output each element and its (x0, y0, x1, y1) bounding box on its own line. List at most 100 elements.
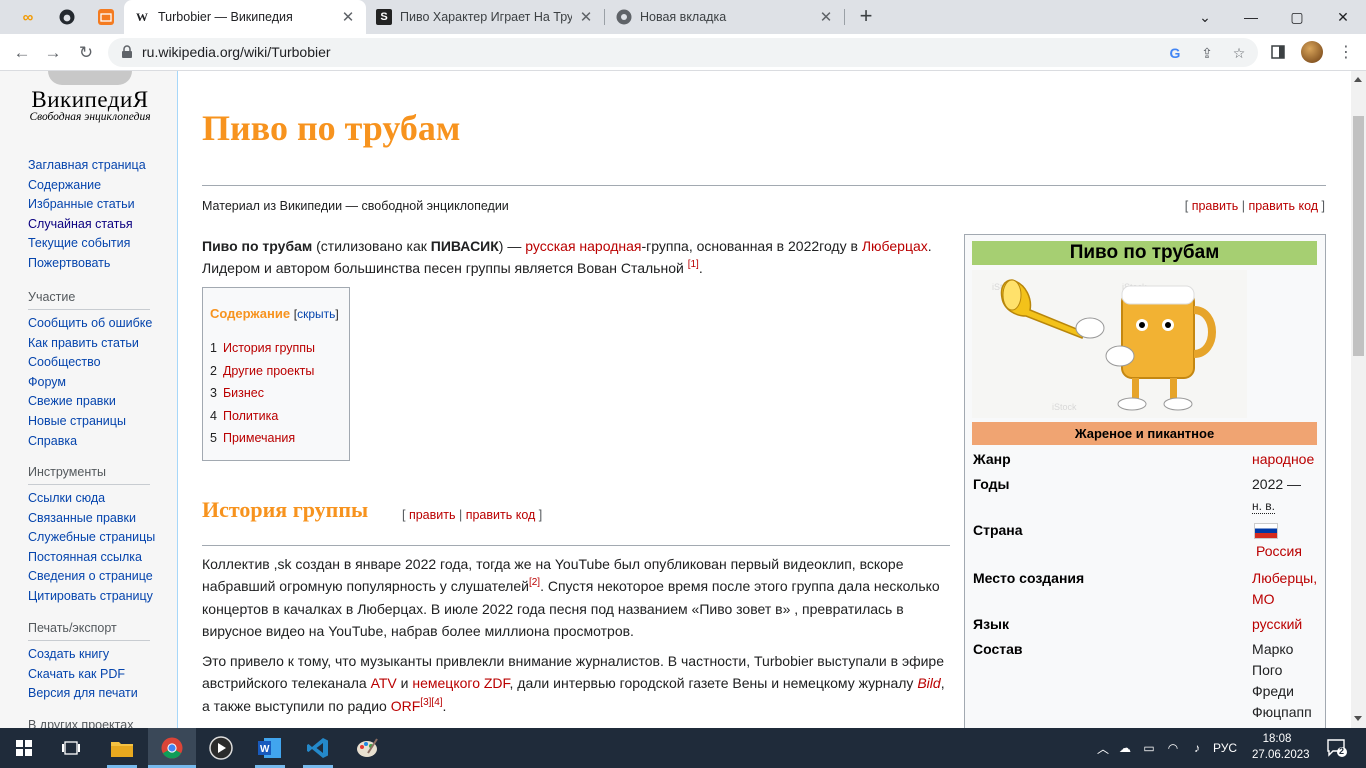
paint-icon[interactable] (352, 733, 382, 763)
sidebar-item-what-links-here[interactable]: Ссылки сюда (28, 489, 155, 509)
notification-center-icon[interactable]: 2 (1322, 733, 1352, 763)
browser-tab-bar: ∞ W Turbobier — Википедия ✕ S Пиво Харак… (0, 0, 1366, 34)
sidebar-item-report-error[interactable]: Сообщить об ошибке (28, 314, 152, 334)
toc-item[interactable]: 3 Бизнес (210, 382, 342, 405)
maximize-button[interactable]: ▢ (1274, 0, 1320, 34)
infobox-key[interactable]: Жанр (973, 449, 1011, 470)
vscode-icon[interactable] (303, 733, 333, 763)
section-edit-code-link[interactable]: править код (466, 508, 536, 522)
sidebar-item-special-pages[interactable]: Служебные страницы (28, 528, 155, 548)
sidebar-item-cite-page[interactable]: Цитировать страницу (28, 587, 155, 607)
taskbar-clock[interactable]: 18:08 27.06.2023 (1252, 731, 1310, 763)
sidebar-item-donate[interactable]: Пожертвовать (28, 254, 146, 274)
toc-item[interactable]: 1 История группы (210, 337, 342, 360)
toc-item[interactable]: 5 Примечания (210, 427, 342, 450)
tray-chevron-up-icon[interactable]: ︿ (1093, 740, 1113, 757)
tab-new-tab[interactable]: Новая вкладка ✕ (606, 0, 844, 34)
references-3-4[interactable]: [3][4] (420, 697, 442, 708)
task-view-icon[interactable] (56, 733, 86, 763)
link-orf[interactable]: ORF (391, 698, 421, 714)
wifi-icon[interactable]: ◠ (1161, 741, 1185, 755)
table-of-contents: Содержание [скрыть] 1 История группы 2 Дру… (202, 287, 350, 461)
toc-item[interactable]: 2 Другие проекты (210, 360, 342, 383)
edit-code-link[interactable]: править код (1248, 199, 1318, 213)
chrome-icon[interactable] (157, 733, 187, 763)
section-edit-link[interactable]: править (409, 508, 456, 522)
sidebar-item-download-pdf[interactable]: Скачать как PDF (28, 665, 150, 685)
close-window-button[interactable]: ✕ (1320, 0, 1366, 34)
sidebar-item-forum[interactable]: Форум (28, 373, 152, 393)
side-panel-icon[interactable] (1268, 42, 1288, 62)
link-bild[interactable]: Bild (917, 675, 940, 691)
lead-paragraph: Пиво по трубам (стилизовано как ПИВАСИК)… (202, 235, 942, 279)
sidebar-item-random[interactable]: Случайная статья (28, 215, 146, 235)
sidebar-item-current-events[interactable]: Текущие события (28, 234, 146, 254)
infobox-value-link[interactable]: Россия (1256, 543, 1302, 559)
toc-hide-link[interactable]: скрыть (297, 307, 335, 321)
link-russian-folk[interactable]: русская народная (525, 238, 641, 254)
word-icon[interactable]: W (255, 733, 285, 763)
windows-start-icon[interactable] (9, 733, 39, 763)
toc-item[interactable]: 4 Политика (210, 405, 342, 428)
toc-link[interactable]: Примечания (223, 431, 295, 445)
sidebar-item-permanent-link[interactable]: Постоянная ссылка (28, 548, 155, 568)
sidebar-item-printable[interactable]: Версия для печати (28, 684, 150, 704)
new-tab-button[interactable]: + (855, 5, 877, 28)
toc-link[interactable]: Другие проекты (223, 364, 314, 378)
pinned-tab-infinity-icon[interactable]: ∞ (17, 6, 39, 28)
reference-2[interactable]: [2] (529, 577, 540, 588)
edit-link[interactable]: править (1192, 199, 1239, 213)
network-share-icon[interactable]: ☁ (1113, 741, 1137, 755)
close-tab-icon[interactable]: ✕ (818, 9, 834, 26)
toc-link[interactable]: Бизнес (223, 386, 264, 400)
sidebar-item-page-info[interactable]: Сведения о странице (28, 567, 155, 587)
bookmark-star-icon[interactable]: ☆ (1229, 43, 1249, 63)
sidebar-item-featured[interactable]: Избранные статьи (28, 195, 146, 215)
tab-wikipedia[interactable]: W Turbobier — Википедия ✕ (124, 0, 366, 34)
reference-1[interactable]: [1] (688, 259, 699, 270)
scrollbar-thumb[interactable] (1353, 116, 1364, 356)
link-zdf[interactable]: немецкого ZDF (412, 675, 509, 691)
scroll-down-arrow-icon[interactable] (1354, 716, 1362, 721)
scroll-up-arrow-icon[interactable] (1354, 77, 1362, 82)
minimize-button[interactable]: — (1228, 0, 1274, 34)
toc-link[interactable]: История группы (223, 341, 315, 355)
close-tab-icon[interactable]: ✕ (340, 9, 356, 26)
wikipedia-logo[interactable]: ВикипедиЯ Свободная энциклопедия (20, 71, 160, 123)
forward-arrow-icon[interactable]: → (41, 41, 65, 65)
back-arrow-icon[interactable]: ← (10, 41, 34, 65)
beer-mug-trumpet-image[interactable]: iStock iStock iStock (972, 270, 1247, 418)
tab-search-chevron-down-icon[interactable]: ⌄ (1182, 0, 1228, 34)
media-player-icon[interactable] (206, 733, 236, 763)
pinned-tab-mail-icon[interactable] (95, 6, 117, 28)
battery-icon[interactable]: ▭ (1137, 741, 1161, 755)
infobox-value-link[interactable]: Люберцы, МО (1252, 570, 1317, 607)
sidebar-item-how-to-edit[interactable]: Как править статьи (28, 334, 152, 354)
sidebar-item-create-book[interactable]: Создать книгу (28, 645, 150, 665)
page-scrollbar[interactable] (1351, 71, 1366, 728)
infobox-value-link[interactable]: народное (1252, 451, 1314, 467)
link-atv[interactable]: ATV (371, 675, 397, 691)
sidebar-item-new-pages[interactable]: Новые страницы (28, 412, 152, 432)
share-icon[interactable]: ⇪ (1197, 43, 1217, 63)
file-explorer-icon[interactable] (107, 733, 137, 763)
sidebar-item-main-page[interactable]: Заглавная страница (28, 156, 146, 176)
sidebar-item-related-changes[interactable]: Связанные правки (28, 509, 155, 529)
tab-video[interactable]: S Пиво Характер Играет На Труб ✕ (366, 0, 604, 34)
toc-link[interactable]: Политика (223, 409, 278, 423)
pinned-tab-github-icon[interactable] (56, 6, 78, 28)
volume-icon[interactable]: ♪ (1185, 741, 1209, 755)
google-translate-icon[interactable]: G (1165, 43, 1185, 63)
close-tab-icon[interactable]: ✕ (578, 9, 594, 26)
infobox-value-link[interactable]: русский (1252, 616, 1302, 632)
address-bar[interactable]: ru.wikipedia.org/wiki/Turbobier G ⇪ ☆ (108, 38, 1258, 67)
language-indicator[interactable]: РУС (1213, 741, 1237, 755)
sidebar-item-community[interactable]: Сообщество (28, 353, 152, 373)
link-lyubertsy[interactable]: Люберцах (862, 238, 928, 254)
sidebar-item-help[interactable]: Справка (28, 432, 152, 452)
reload-icon[interactable]: ↻ (74, 41, 98, 65)
sidebar-item-contents[interactable]: Содержание (28, 176, 146, 196)
menu-dots-icon[interactable]: ⋮ (1336, 42, 1356, 62)
sidebar-item-recent-changes[interactable]: Свежие правки (28, 392, 152, 412)
profile-avatar[interactable] (1301, 41, 1323, 63)
